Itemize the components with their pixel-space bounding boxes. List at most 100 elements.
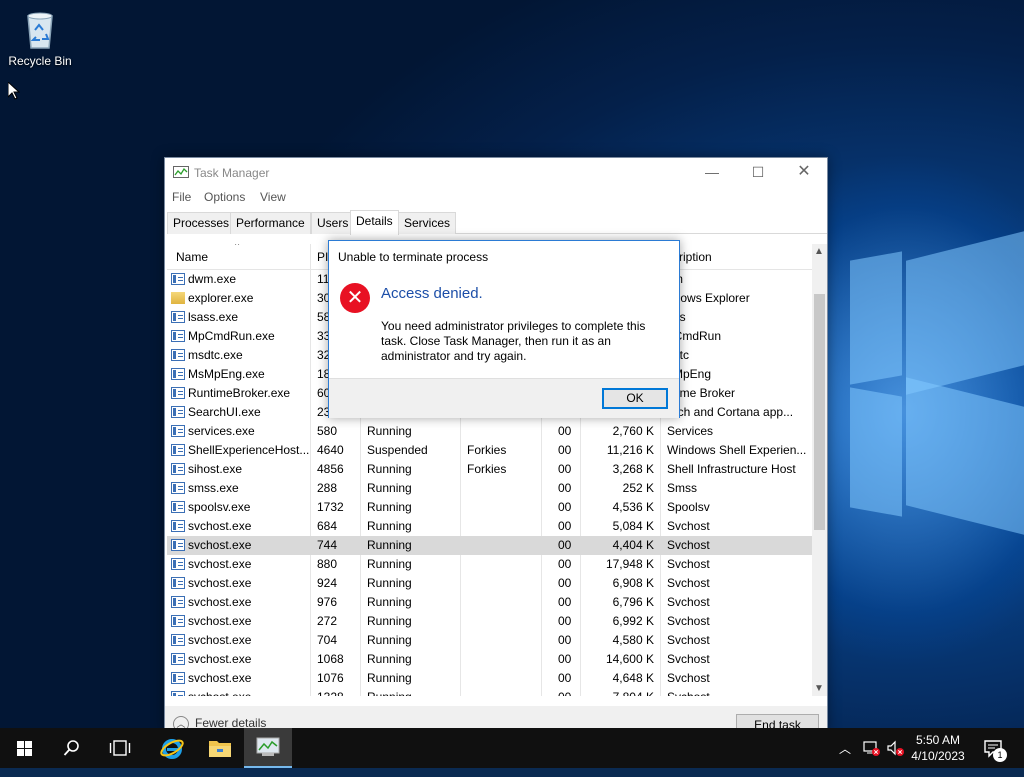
process-icon bbox=[171, 349, 185, 361]
process-icon bbox=[171, 520, 185, 532]
tab-details[interactable]: Details bbox=[350, 210, 399, 235]
windows-logo-lower-left bbox=[850, 387, 902, 517]
process-pid: 704 bbox=[317, 633, 338, 647]
vertical-scrollbar[interactable]: ▲ ▼ bbox=[812, 244, 827, 696]
task-manager-taskbar-button[interactable] bbox=[244, 728, 292, 768]
sort-ascending-icon: ^ bbox=[235, 244, 240, 250]
process-memory: 6,908 K bbox=[612, 576, 654, 590]
recycle-bin[interactable]: Recycle Bin bbox=[6, 8, 74, 68]
column-name[interactable]: Name bbox=[176, 250, 208, 264]
process-pid: 4856 bbox=[317, 462, 344, 476]
table-row[interactable]: svchost.exe 1076 Running 00 4,648 K Svchost bbox=[167, 669, 812, 688]
clock-date: 4/10/2023 bbox=[911, 749, 965, 763]
file-explorer-taskbar-button[interactable] bbox=[196, 728, 244, 768]
table-row[interactable]: svchost.exe 744 Running 00 4,404 K Svchost bbox=[167, 536, 812, 555]
menu-view[interactable]: View bbox=[260, 190, 286, 204]
process-icon bbox=[171, 539, 185, 551]
process-status: Running bbox=[367, 614, 412, 628]
process-description: Services bbox=[667, 424, 714, 438]
process-name: svchost.exe bbox=[188, 652, 252, 666]
table-row[interactable]: svchost.exe 704 Running 00 4,580 K Svchost bbox=[167, 631, 812, 650]
table-row[interactable]: smss.exe 288 Running 00 252 K Smss bbox=[167, 479, 812, 498]
table-row[interactable]: sihost.exe 4856 Running Forkies 00 3,268 K She… bbox=[167, 460, 812, 479]
tab-performance[interactable]: Performance bbox=[230, 212, 311, 234]
process-name: RuntimeBroker.exe bbox=[188, 386, 291, 400]
table-row[interactable]: svchost.exe 684 Running 00 5,084 K Svchost bbox=[167, 517, 812, 536]
table-row[interactable]: svchost.exe 880 Running 00 17,948 K Svchost bbox=[167, 555, 812, 574]
taskbar: ︿ 5:50 AM 4/10/2023 1 bbox=[0, 728, 1024, 768]
process-description: Svchost bbox=[667, 519, 710, 533]
process-name: svchost.exe bbox=[188, 576, 252, 590]
maximize-button[interactable]: ☐ bbox=[735, 158, 781, 186]
scroll-down-icon[interactable]: ▼ bbox=[814, 683, 824, 694]
windows-logo-icon bbox=[17, 741, 32, 756]
error-icon: ✕ bbox=[340, 283, 370, 313]
table-row[interactable]: svchost.exe 924 Running 00 6,908 K Svchost bbox=[167, 574, 812, 593]
process-description: vm bbox=[667, 272, 807, 286]
tab-processes[interactable]: Processes bbox=[167, 212, 236, 234]
table-row[interactable]: svchost.exe 272 Running 00 6,992 K Svchost bbox=[167, 612, 812, 631]
process-description: sdtc bbox=[667, 348, 807, 362]
close-button[interactable]: ✕ bbox=[781, 158, 827, 186]
column-pid[interactable]: PI bbox=[317, 250, 328, 264]
table-row[interactable]: svchost.exe 1068 Running 00 14,600 K Svchost bbox=[167, 650, 812, 669]
task-view-button[interactable] bbox=[96, 728, 144, 768]
clock[interactable]: 5:50 AM 4/10/2023 bbox=[906, 732, 970, 764]
table-row[interactable]: ShellExperienceHost.... 4640 Suspended Fork… bbox=[167, 441, 812, 460]
scroll-thumb[interactable] bbox=[814, 294, 825, 530]
process-name: svchost.exe bbox=[188, 690, 310, 696]
process-description: ass bbox=[667, 310, 807, 324]
table-row[interactable]: svchost.exe 976 Running 00 6,796 K Svchost bbox=[167, 593, 812, 612]
process-status: Running bbox=[367, 481, 412, 495]
process-description: Svchost bbox=[667, 690, 807, 696]
process-icon bbox=[171, 596, 185, 608]
process-pid: 924 bbox=[317, 576, 338, 590]
tab-services[interactable]: Services bbox=[398, 212, 457, 234]
minimize-button[interactable]: — bbox=[689, 158, 735, 186]
process-icon bbox=[171, 463, 185, 475]
menu-file[interactable]: File bbox=[172, 190, 191, 204]
process-description: Smss bbox=[667, 481, 697, 495]
process-memory: 4,404 K bbox=[612, 538, 654, 552]
start-button[interactable] bbox=[0, 728, 48, 768]
process-pid: 1732 bbox=[317, 500, 344, 514]
process-status: Running bbox=[367, 595, 412, 609]
tab-users[interactable]: Users bbox=[311, 212, 355, 234]
process-icon bbox=[171, 558, 185, 570]
process-memory: 4,536 K bbox=[612, 500, 654, 514]
process-description: Svchost bbox=[667, 614, 710, 628]
windows-logo-upper-right bbox=[906, 231, 1024, 395]
process-name: svchost.exe bbox=[188, 595, 252, 609]
process-memory: 14,600 K bbox=[605, 652, 654, 666]
process-status: Running bbox=[367, 671, 412, 685]
process-icon bbox=[171, 691, 185, 696]
process-name: dwm.exe bbox=[188, 272, 237, 286]
process-memory: 6,992 K bbox=[612, 614, 654, 628]
volume-muted-icon[interactable] bbox=[886, 739, 904, 757]
table-row[interactable]: svchost.exe1328Running007,804 KSvchost bbox=[167, 688, 812, 696]
process-status: Running bbox=[367, 500, 412, 514]
process-name: msdtc.exe bbox=[188, 348, 243, 362]
title-bar[interactable]: Task Manager — ☐ ✕ bbox=[165, 158, 827, 186]
process-pid: 1328 bbox=[317, 690, 357, 696]
process-description: Svchost bbox=[667, 633, 710, 647]
network-disconnected-icon[interactable] bbox=[862, 739, 880, 757]
menu-options[interactable]: Options bbox=[204, 190, 245, 204]
process-name: svchost.exe bbox=[188, 538, 252, 552]
process-description: Svchost bbox=[667, 671, 710, 685]
task-manager-icon bbox=[256, 737, 280, 756]
internet-explorer-taskbar-button[interactable] bbox=[148, 728, 196, 768]
process-description: ndows Explorer bbox=[667, 291, 750, 305]
process-name: smss.exe bbox=[188, 481, 239, 495]
table-row[interactable]: spoolsv.exe 1732 Running 00 4,536 K Spoolsv bbox=[167, 498, 812, 517]
search-button[interactable] bbox=[48, 728, 96, 768]
table-row[interactable]: services.exe 580 Running 00 2,760 K Services bbox=[167, 422, 812, 441]
scroll-up-icon[interactable]: ▲ bbox=[814, 246, 824, 257]
process-pid: 744 bbox=[317, 538, 338, 552]
process-status: Running bbox=[367, 576, 412, 590]
process-status: Running bbox=[367, 538, 412, 552]
ok-button[interactable]: OK bbox=[602, 388, 668, 409]
show-hidden-icons-icon[interactable]: ︿ bbox=[839, 740, 851, 757]
task-manager-icon bbox=[173, 166, 189, 180]
process-name: MsMpEng.exe bbox=[188, 367, 265, 381]
